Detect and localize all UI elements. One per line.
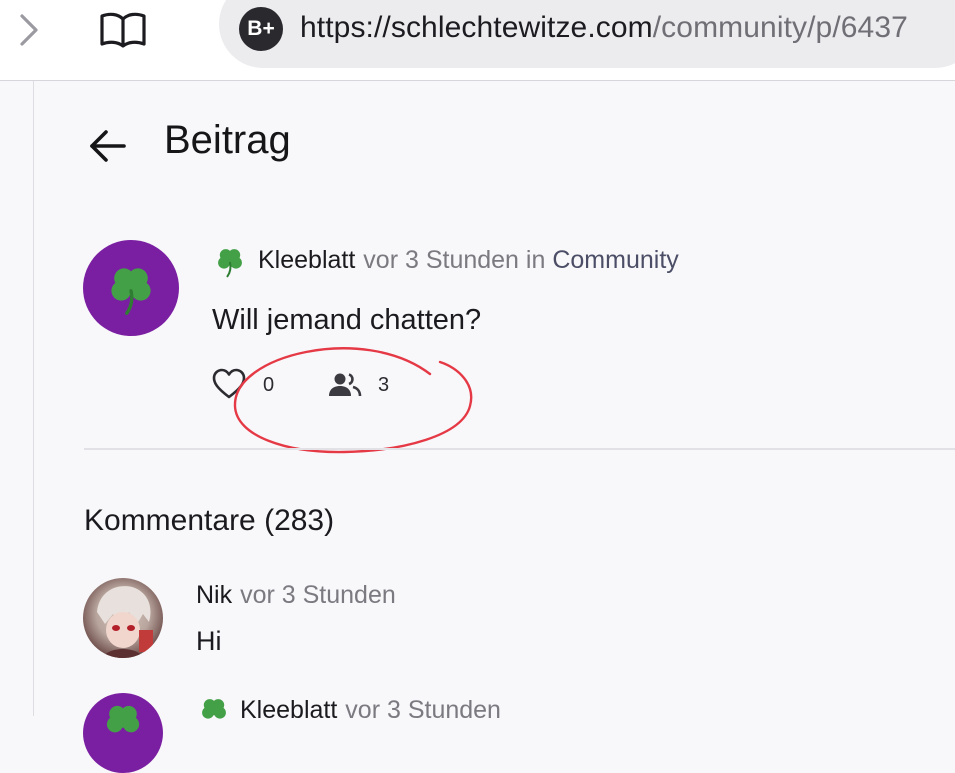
browser-toolbar: B+ https://schlechtewitze.com/community/… xyxy=(0,0,955,81)
like-count: 0 xyxy=(263,374,275,396)
post-divider xyxy=(84,448,955,450)
red-annotation-circle xyxy=(233,347,473,454)
page-title: Beitrag xyxy=(164,118,291,162)
comment-author-name[interactable]: Nik xyxy=(196,581,232,609)
author-clover-icon xyxy=(218,249,242,278)
post-text: Will jemand chatten? xyxy=(212,304,482,336)
back-arrow-icon[interactable] xyxy=(86,124,130,168)
comment-author-name[interactable]: Kleeblatt xyxy=(240,696,337,724)
url-text[interactable]: https://schlechtewitze.com/community/p/6… xyxy=(300,11,908,45)
author-clover-icon xyxy=(202,699,226,719)
comment-time: vor 3 Stunden xyxy=(345,696,501,724)
reader-book-icon[interactable] xyxy=(98,10,148,50)
browser-extension-badge[interactable]: B+ xyxy=(239,7,283,51)
clover-icon xyxy=(111,268,151,315)
post-author-name[interactable]: Kleeblatt xyxy=(258,246,355,274)
heart-icon[interactable] xyxy=(212,368,246,400)
comment-meta: Nik vor 3 Stunden xyxy=(196,581,396,610)
post-in-word: in xyxy=(525,246,546,274)
content-left-border xyxy=(33,81,34,716)
clover-icon xyxy=(106,705,140,733)
post-community-link[interactable]: Community xyxy=(552,246,678,274)
comment-avatar-kleeblatt[interactable] xyxy=(83,693,163,773)
comment-time: vor 3 Stunden xyxy=(240,581,396,609)
comments-heading: Kommentare (283) xyxy=(84,504,335,537)
comment-meta: Kleeblatt vor 3 Stunden xyxy=(240,696,501,725)
anime-avatar-image xyxy=(97,586,153,658)
url-host: https://schlechtewitze.com xyxy=(300,11,653,44)
comment-avatar-nik[interactable] xyxy=(83,578,163,658)
post-meta: Kleeblatt vor 3 Stunden in Community xyxy=(258,246,679,275)
participants-count: 3 xyxy=(378,374,390,396)
post-author-avatar[interactable] xyxy=(83,240,179,336)
comment-text: Hi xyxy=(196,626,222,656)
url-path: /community/p/6437 xyxy=(652,11,908,44)
post-time: vor 3 Stunden xyxy=(363,246,519,274)
forward-icon[interactable] xyxy=(14,12,44,48)
participants-icon[interactable] xyxy=(328,372,362,398)
